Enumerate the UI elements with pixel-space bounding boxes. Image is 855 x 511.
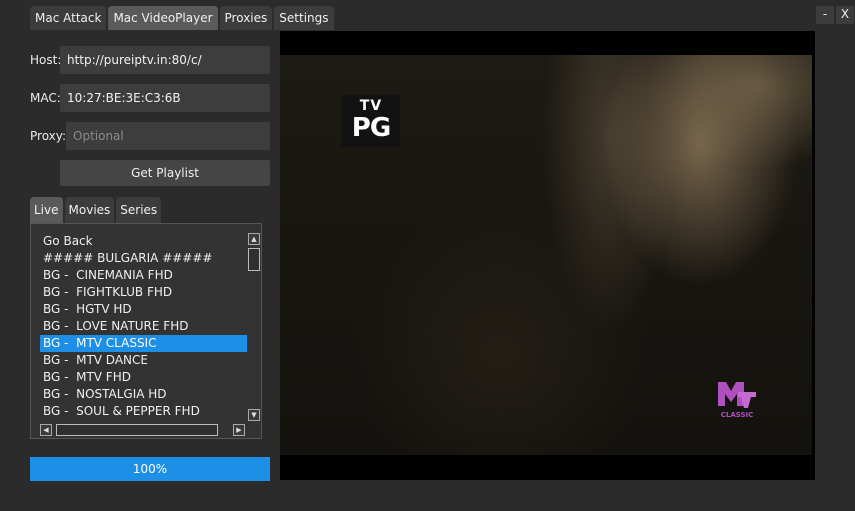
tv-rating-top: TV (359, 98, 383, 114)
tab-live[interactable]: Live (30, 197, 63, 223)
progress-bar: 100% (30, 457, 270, 481)
list-item[interactable]: ##### BULGARIA ##### (40, 250, 247, 267)
vertical-scrollbar[interactable]: ▲ ▼ (247, 233, 261, 421)
scroll-down-icon[interactable]: ▼ (248, 409, 260, 421)
tv-rating-bottom: PG (351, 113, 391, 143)
tv-rating-badge: TV PG (342, 95, 400, 147)
list-item-selected[interactable]: BG - MTV CLASSIC (40, 335, 247, 352)
minimize-button[interactable]: - (816, 6, 834, 24)
horizontal-scroll-thumb[interactable] (56, 424, 218, 436)
content-type-tabs: Live Movies Series (30, 197, 162, 223)
list-item[interactable]: BG - LOVE NATURE FHD (40, 318, 247, 335)
get-playlist-button[interactable]: Get Playlist (60, 160, 270, 186)
mac-input[interactable] (60, 84, 270, 112)
video-player[interactable]: TV PG CLASSIC (280, 31, 815, 480)
playlist-items: Go Back ##### BULGARIA ##### BG - CINEMA… (40, 233, 247, 420)
list-item[interactable]: BG - MTV FHD (40, 369, 247, 386)
tab-mac-videoplayer[interactable]: Mac VideoPlayer (108, 6, 218, 30)
host-input[interactable] (60, 46, 270, 74)
tab-settings[interactable]: Settings (274, 6, 334, 30)
svg-text:CLASSIC: CLASSIC (721, 411, 754, 419)
proxy-label: Proxy: (30, 129, 67, 143)
app-window: Mac Attack Mac VideoPlayer Proxies Setti… (0, 0, 855, 511)
vertical-scroll-thumb[interactable] (248, 248, 260, 271)
list-item[interactable]: BG - CINEMANIA FHD (40, 267, 247, 284)
progress-text: 100% (132, 462, 168, 476)
scroll-right-icon[interactable]: ▶ (233, 424, 245, 436)
horizontal-scrollbar[interactable]: ◀ ▶ (40, 424, 247, 436)
window-controls: - X (816, 6, 854, 24)
list-item[interactable]: BG - FIGHTKLUB FHD (40, 284, 247, 301)
list-item[interactable]: BG - MTV DANCE (40, 352, 247, 369)
video-frame: TV PG CLASSIC (280, 55, 812, 455)
list-item[interactable]: Go Back (40, 233, 247, 250)
tab-movies[interactable]: Movies (64, 197, 115, 223)
scroll-left-icon[interactable]: ◀ (40, 424, 52, 436)
mac-label: MAC: (30, 91, 61, 105)
close-button[interactable]: X (836, 6, 854, 24)
main-tab-bar: Mac Attack Mac VideoPlayer Proxies Setti… (30, 6, 334, 30)
host-label: Host: (30, 53, 62, 67)
list-item[interactable]: BG - SOUL & PEPPER FHD (40, 403, 247, 420)
list-item[interactable]: BG - NOSTALGIA HD (40, 386, 247, 403)
tab-series[interactable]: Series (116, 197, 162, 223)
mtv-classic-logo-icon: CLASSIC (718, 382, 756, 419)
scroll-up-icon[interactable]: ▲ (248, 233, 260, 245)
proxy-input[interactable] (66, 122, 270, 150)
list-item[interactable]: BG - HGTV HD (40, 301, 247, 318)
tab-proxies[interactable]: Proxies (219, 6, 273, 30)
tab-mac-attack[interactable]: Mac Attack (30, 6, 107, 30)
playlist-list[interactable]: Go Back ##### BULGARIA ##### BG - CINEMA… (30, 223, 262, 439)
